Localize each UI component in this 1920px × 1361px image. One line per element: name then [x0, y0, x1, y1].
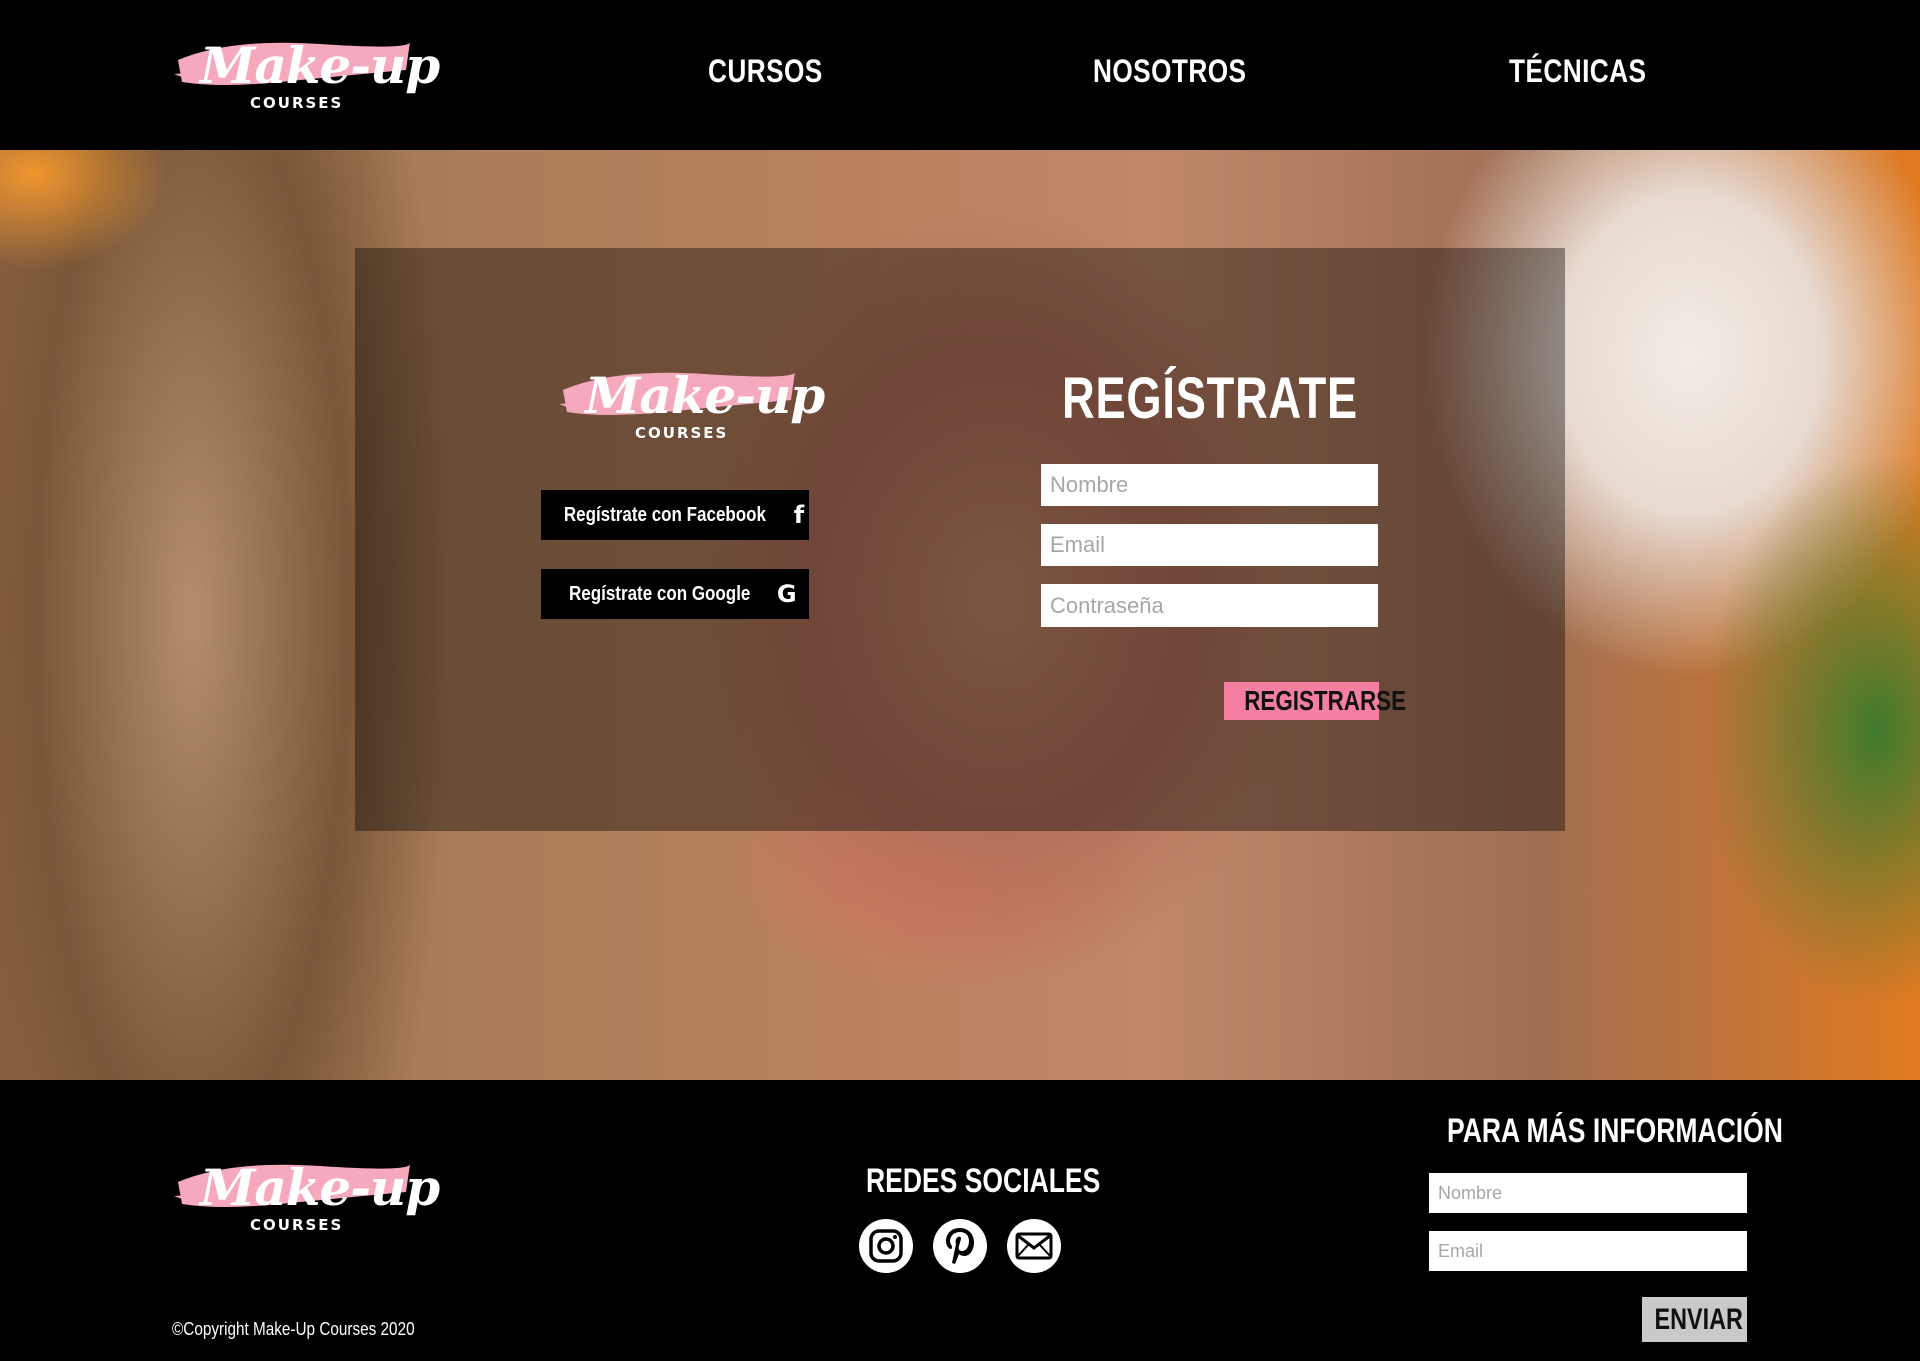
info-title: PARA MÁS INFORMACIÓN: [1447, 1112, 1783, 1150]
hero-background: Make-up COURSES Regístrate con Facebook …: [0, 150, 1920, 1080]
brand-sub: COURSES: [250, 94, 344, 112]
register-panel: [355, 248, 1565, 831]
register-password-input[interactable]: [1041, 584, 1378, 627]
nav-nosotros[interactable]: NOSOTROS: [1093, 53, 1246, 90]
footer-email-input[interactable]: [1429, 1231, 1747, 1271]
hero-accent-right: [1700, 450, 1920, 1010]
footer-send-button[interactable]: ENVIAR: [1642, 1297, 1747, 1342]
instagram-icon[interactable]: [859, 1219, 913, 1273]
register-email-input[interactable]: [1041, 524, 1378, 566]
facebook-icon: f: [793, 501, 805, 529]
brand-sub: COURSES: [635, 424, 729, 442]
footer-send-label: ENVIAR: [1654, 1302, 1743, 1336]
mail-icon[interactable]: [1007, 1219, 1061, 1273]
brand-script: Make-up: [200, 36, 440, 95]
hero-accent-left: [0, 150, 170, 270]
nav-cursos[interactable]: CURSOS: [708, 53, 823, 90]
register-submit-button[interactable]: REGISTRARSE: [1224, 682, 1406, 720]
brand-sub: COURSES: [250, 1216, 344, 1234]
brand-script: Make-up: [200, 1158, 440, 1217]
brand-logo[interactable]: Make-up COURSES: [170, 30, 440, 120]
register-submit-label: REGISTRARSE: [1244, 685, 1407, 716]
facebook-button-label: Regístrate con Facebook: [563, 503, 766, 526]
google-button-label: Regístrate con Google: [569, 582, 751, 605]
footer-name-input[interactable]: [1429, 1173, 1747, 1213]
footer-logo[interactable]: Make-up COURSES: [170, 1152, 440, 1242]
social-title: REDES SOCIALES: [866, 1162, 1101, 1200]
brand-script: Make-up: [585, 366, 825, 425]
register-title: REGÍSTRATE: [1061, 366, 1359, 431]
pinterest-icon[interactable]: [933, 1219, 987, 1273]
register-google-button[interactable]: Regístrate con Google G: [541, 569, 809, 619]
site-footer: Make-up COURSES REDES SOCIALES PARA MÁS …: [0, 1080, 1920, 1361]
nav-tecnicas[interactable]: TÉCNICAS: [1509, 53, 1646, 90]
register-facebook-button[interactable]: Regístrate con Facebook f: [541, 490, 809, 540]
site-header: Make-up COURSES CURSOS NOSOTROS TÉCNICAS: [0, 0, 1920, 150]
panel-logo: Make-up COURSES: [555, 360, 825, 450]
google-icon: G: [776, 580, 797, 608]
register-name-input[interactable]: [1041, 464, 1378, 506]
copyright-text: ©Copyright Make-Up Courses 2020: [172, 1319, 415, 1339]
